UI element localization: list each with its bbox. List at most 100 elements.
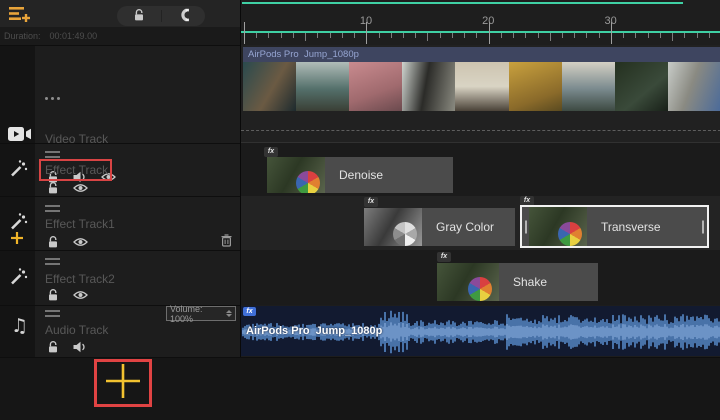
ruler-tick <box>464 33 465 38</box>
ruler-tick <box>660 33 661 38</box>
fx-badge: fx <box>437 252 451 262</box>
duration-label: Duration: <box>4 31 41 41</box>
add-track-icon <box>8 11 32 28</box>
track-label-effect1: Effect Track1 <box>45 217 115 231</box>
film-frame <box>668 62 720 111</box>
track-label-effect2: Effect Track2 <box>45 272 115 286</box>
time-ruler[interactable]: 102030 <box>241 0 720 45</box>
track-header-effect[interactable]: Effect Track <box>0 143 240 196</box>
speaker-icon[interactable] <box>73 341 87 353</box>
ruler-tick <box>293 33 294 38</box>
trim-handle-right[interactable] <box>702 220 704 233</box>
film-frame <box>402 62 455 111</box>
ruler-tick <box>562 33 563 38</box>
film-frame <box>455 62 508 111</box>
manage-tracks-button[interactable] <box>8 5 32 24</box>
drag-handle-icon[interactable] <box>45 310 60 317</box>
lock-icon[interactable] <box>47 340 59 354</box>
effect-thumbnail <box>529 207 587 246</box>
timeline-toolbar <box>0 0 240 27</box>
ruler-tick <box>256 33 257 38</box>
video-clip[interactable]: AirPods Pro Jump_1080p <box>243 47 720 111</box>
ruler-tick <box>427 33 428 41</box>
ruler-tick <box>281 33 282 38</box>
track-dashed-divider <box>241 130 720 131</box>
track-header-effect1[interactable]: Effect Track1 <box>0 196 240 250</box>
spinner-arrows-icon <box>226 310 232 317</box>
add-effect-track-icon[interactable] <box>10 231 24 250</box>
plus-icon <box>104 362 142 405</box>
film-frame <box>509 62 562 111</box>
ruler-tick <box>403 33 404 38</box>
lock-track-button[interactable] <box>117 6 161 26</box>
effect-clip-label: Transverse <box>601 220 661 234</box>
delete-track-icon[interactable] <box>221 234 232 247</box>
effect-track-icon <box>8 267 28 292</box>
effect-thumbnail <box>267 157 325 193</box>
ruler-tick <box>697 33 698 38</box>
effect-clip-gray-color[interactable]: Gray Color <box>364 208 515 246</box>
ruler-tick <box>268 33 269 38</box>
snap-magnet-button[interactable] <box>162 6 206 26</box>
magnet-icon <box>175 7 191 26</box>
film-frame <box>296 62 349 111</box>
ruler-tick <box>317 33 318 38</box>
ruler-tick <box>513 33 514 38</box>
effect-clip-denoise[interactable]: Denoise <box>267 157 453 193</box>
track-header-video[interactable]: Video Track <box>0 45 240 143</box>
eye-icon[interactable] <box>73 237 88 247</box>
trim-handle-left[interactable] <box>525 220 527 233</box>
audio-track-icon: ♫ <box>11 317 28 336</box>
ruler-tick <box>648 33 649 38</box>
ruler-tick <box>501 33 502 38</box>
effect-thumbnail <box>364 208 422 246</box>
ruler-tick <box>635 33 636 38</box>
film-frame <box>562 62 615 111</box>
track-label-audio: Audio Track <box>45 323 108 337</box>
duration-value: 00:01:49.00 <box>50 31 98 41</box>
effect-clip-label: Gray Color <box>436 220 494 234</box>
drag-handle-icon[interactable] <box>45 205 60 212</box>
ruler-mark: 20 <box>482 15 494 27</box>
ruler-tick <box>550 33 551 41</box>
effect-clip-shake[interactable]: Shake <box>437 263 598 301</box>
ruler-tick <box>574 33 575 38</box>
ruler-tick <box>684 33 685 38</box>
ruler-tick <box>391 33 392 38</box>
duration-row: Duration: 00:01:49.00 <box>0 27 240 45</box>
lock-icon[interactable] <box>47 288 59 302</box>
video-clip-title: AirPods Pro Jump_1080p <box>243 47 720 62</box>
drag-handle-icon[interactable] <box>45 97 48 100</box>
volume-dropdown[interactable]: Volume: 100% <box>166 306 236 321</box>
lock-icon[interactable] <box>47 181 59 195</box>
film-frame <box>349 62 402 111</box>
ruler-tick <box>538 33 539 38</box>
drag-handle-icon[interactable] <box>45 151 60 158</box>
ruler-tick <box>305 33 306 41</box>
ruler-tick <box>586 33 587 38</box>
ruler-tick <box>525 33 526 38</box>
fx-badge: fx <box>364 197 378 207</box>
ruler-tick <box>342 33 343 38</box>
film-frame <box>243 62 296 111</box>
ruler-tick <box>354 33 355 38</box>
ruler-tick <box>415 33 416 38</box>
effect-track-icon <box>8 159 28 184</box>
lock-icon[interactable] <box>47 235 59 249</box>
fx-badge: fx <box>243 307 256 316</box>
ruler-mark: 10 <box>360 15 372 27</box>
eye-icon[interactable] <box>73 183 88 193</box>
ruler-tick <box>330 33 331 38</box>
track-header-effect2[interactable]: Effect Track2 <box>0 250 240 305</box>
ruler-tick <box>709 33 710 38</box>
filmstrip <box>243 62 720 111</box>
effect-clip-transverse[interactable]: Transverse <box>520 205 709 248</box>
track-label-effect: Effect Track <box>45 163 108 177</box>
audio-clip[interactable]: fx AirPods Pro Jump_1080p <box>241 306 720 356</box>
fx-badge: fx <box>264 147 278 157</box>
eye-icon[interactable] <box>73 290 88 300</box>
drag-handle-icon[interactable] <box>45 258 60 265</box>
add-track-plus-button[interactable] <box>94 359 152 407</box>
audio-clip-title: AirPods Pro Jump_1080p <box>246 325 382 337</box>
ruler-tick <box>599 33 600 38</box>
